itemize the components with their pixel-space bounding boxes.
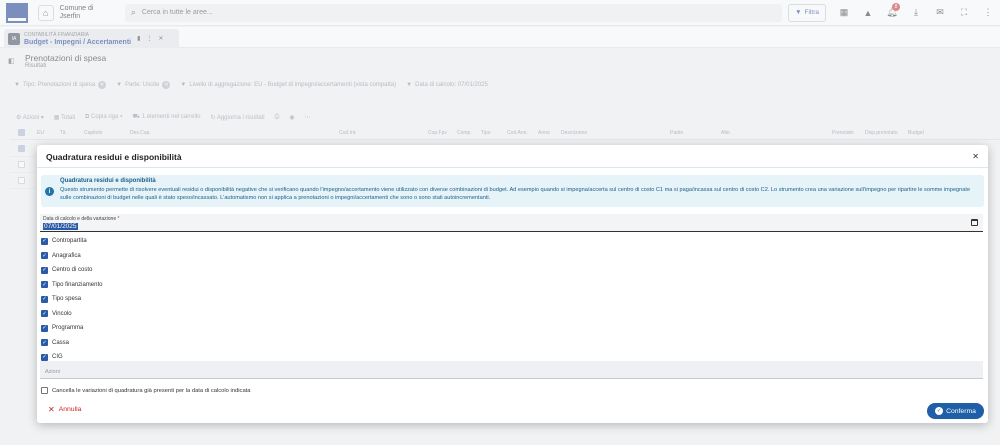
required-mark: * xyxy=(117,216,120,222)
info-body: Questo strumento permette di risolvere e… xyxy=(60,187,971,201)
conferma-button[interactable]: ✓ Conferma xyxy=(927,403,984,419)
quadratura-dialog: Quadratura residui e disponibilità ✕ i Q… xyxy=(37,145,988,423)
calendar-icon[interactable] xyxy=(971,219,978,226)
cancel-variations-checkbox[interactable]: Cancella le variazioni di quadratura già… xyxy=(41,387,251,394)
checkbox-label: Tipo spesa xyxy=(52,296,82,302)
checkbox-cassa[interactable]: ✓ Cassa xyxy=(41,339,241,347)
checkbox-label: Tipo finanziamento xyxy=(52,281,103,288)
conferma-label: Conferma xyxy=(946,407,976,415)
checkbox-tipo-finanziamento[interactable]: ✓ Tipo finanziamento xyxy=(41,281,241,289)
checkbox-programma[interactable]: ✓ Programma xyxy=(41,324,241,332)
checkbox-contropartita[interactable]: ✓ Contropartita xyxy=(41,237,241,245)
checkbox-label: Contropartita xyxy=(52,238,87,244)
azioni-placeholder: Azioni xyxy=(45,369,60,375)
date-value[interactable]: 07/01/2025 xyxy=(43,223,78,230)
checkbox-vincolo[interactable]: ✓ Vincolo xyxy=(41,310,241,318)
checkbox-label: Vincolo xyxy=(52,310,72,317)
date-label-text: Data di calcolo e della variazione xyxy=(43,216,117,222)
check-icon[interactable]: ✓ xyxy=(41,252,48,259)
check-icon[interactable]: ✓ xyxy=(41,295,48,303)
check-icon[interactable]: ✓ xyxy=(41,310,48,317)
checkbox-label: Programma xyxy=(52,325,84,331)
check-icon[interactable]: ✓ xyxy=(41,281,48,288)
info-box: i Quadratura residui e disponibilità Que… xyxy=(41,175,984,207)
check-icon[interactable]: ✓ xyxy=(41,339,48,346)
empty-checkbox[interactable] xyxy=(41,387,48,394)
checkbox-label: Cancella le variazioni di quadratura già… xyxy=(52,387,251,394)
checkbox-label: Anagrafica xyxy=(52,252,81,259)
check-icon[interactable]: ✓ xyxy=(41,266,48,274)
checkbox-cig[interactable]: ✓ CIG xyxy=(41,353,241,361)
close-icon: ✕ xyxy=(48,405,55,414)
annulla-label: Annulla xyxy=(58,406,82,413)
date-field[interactable]: Data di calcolo e della variazione * 07/… xyxy=(40,214,983,232)
info-icon: i xyxy=(45,187,54,196)
check-icon[interactable]: ✓ xyxy=(41,353,48,361)
date-label: Data di calcolo e della variazione * xyxy=(43,216,119,222)
divider xyxy=(37,167,988,168)
check-icon[interactable]: ✓ xyxy=(41,237,48,245)
close-icon[interactable]: ✕ xyxy=(972,152,979,161)
annulla-button[interactable]: ✕ Annulla xyxy=(48,405,81,414)
checkbox-label: CIG xyxy=(52,354,63,360)
dialog-title: Quadratura residui e disponibilità xyxy=(46,152,182,162)
check-circle-icon: ✓ xyxy=(935,407,944,415)
checkbox-label: Cassa xyxy=(52,339,70,346)
info-title: Quadratura residui e disponibilità xyxy=(60,178,156,184)
azioni-select[interactable]: Azioni xyxy=(40,361,983,379)
checkbox-tipo-spesa[interactable]: ✓ Tipo spesa xyxy=(41,295,241,303)
check-icon[interactable]: ✓ xyxy=(41,324,48,332)
checkbox-label: Centro di costo xyxy=(52,267,93,273)
checkbox-centro-di-costo[interactable]: ✓ Centro di costo xyxy=(41,266,241,274)
checkbox-anagrafica[interactable]: ✓ Anagrafica xyxy=(41,252,241,260)
